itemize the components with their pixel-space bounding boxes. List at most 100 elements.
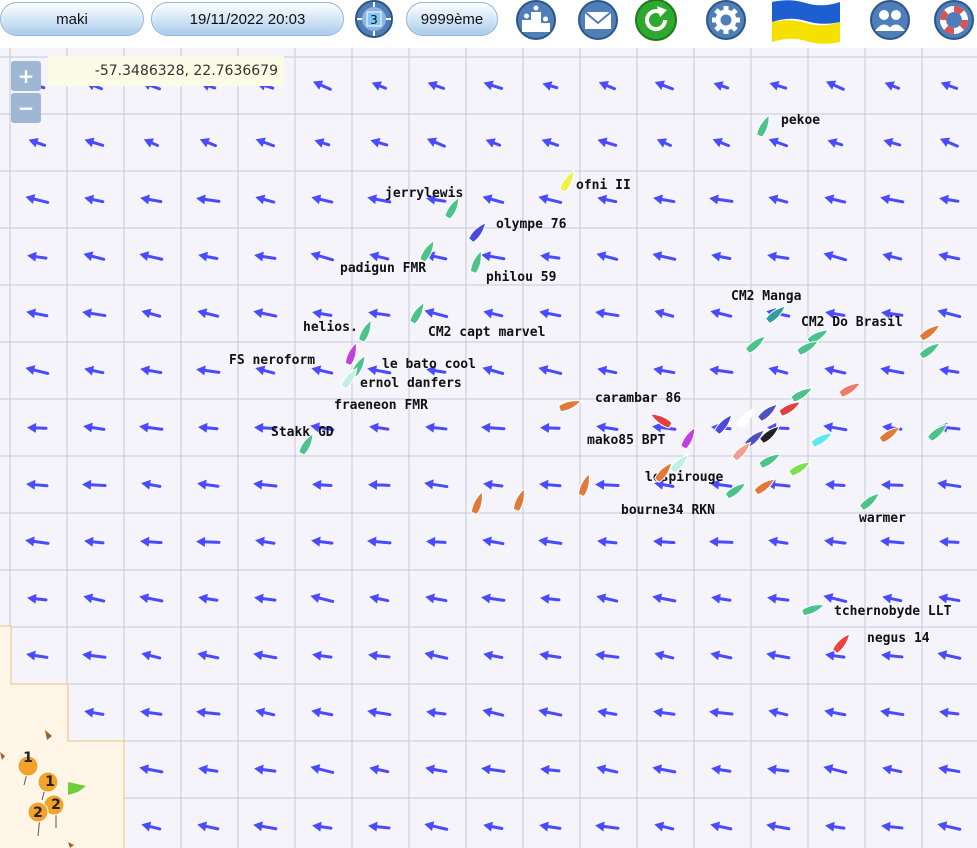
refresh-icon[interactable] — [634, 0, 678, 44]
boat-label: warmer — [859, 511, 906, 526]
wind-arrow — [141, 308, 162, 319]
wind-arrow — [653, 194, 676, 205]
wind-arrow — [939, 365, 960, 376]
wind-arrow — [253, 479, 278, 490]
wind-arrow — [481, 251, 506, 262]
wind-arrow — [713, 81, 730, 91]
notifications-icon[interactable]: 3 — [352, 0, 396, 44]
wind-arrow — [424, 308, 449, 319]
wind-arrow — [26, 308, 49, 319]
wind-arrow — [369, 422, 390, 433]
wind-arrow — [83, 251, 106, 262]
rank-display[interactable]: 9999ème — [406, 2, 498, 36]
wind-arrow — [369, 593, 390, 604]
wind-arrow — [654, 80, 674, 91]
wind-arrow — [198, 593, 219, 604]
wind-arrow — [28, 137, 47, 148]
wind-arrow — [83, 593, 106, 604]
wind-arrow — [938, 251, 961, 262]
wind-arrow — [597, 194, 618, 205]
wind-arrow — [595, 308, 620, 319]
ukraine-flag-icon[interactable] — [770, 0, 842, 44]
wind-arrow — [823, 422, 848, 433]
boat-icon — [469, 249, 482, 274]
wind-arrow — [367, 707, 392, 718]
wind-arrow — [541, 137, 560, 148]
ranking-podium-icon[interactable] — [514, 0, 558, 44]
wind-arrow — [198, 422, 219, 433]
wind-arrow — [425, 764, 448, 775]
mail-icon[interactable] — [576, 0, 620, 44]
wind-arrow — [939, 194, 960, 205]
wind-arrow — [597, 365, 618, 376]
wind-arrow — [882, 251, 903, 262]
boat-label: FS neroform — [229, 353, 315, 368]
wind-arrow — [198, 251, 219, 262]
wind-arrow — [311, 536, 334, 547]
wind-arrow — [937, 650, 962, 660]
waypoint-label: 1 — [23, 750, 33, 766]
boat-icon — [468, 221, 487, 243]
wind-arrow — [310, 593, 335, 603]
wind-arrow — [709, 365, 734, 376]
wind-arrow — [368, 650, 391, 661]
boat-icon — [790, 387, 814, 403]
boat-label: CM2 capt marvel — [428, 325, 545, 340]
zoom-in-button[interactable]: + — [11, 61, 41, 91]
friends-icon[interactable] — [868, 0, 912, 44]
boat-label: ofni II — [576, 178, 631, 193]
wind-arrow — [197, 479, 220, 490]
boat-label: philou 59 — [486, 270, 556, 285]
wind-arrow — [368, 821, 391, 832]
wind-arrow — [880, 707, 905, 718]
boat-icon — [512, 487, 525, 512]
help-lifebuoy-icon[interactable] — [932, 0, 976, 44]
boat-icon — [419, 239, 435, 263]
wind-arrow — [84, 365, 105, 376]
wind-arrow — [709, 707, 734, 718]
boat-icon — [810, 432, 834, 448]
wind-arrow — [766, 650, 791, 661]
wind-arrow — [254, 251, 277, 262]
wind-arrow — [880, 365, 905, 376]
wind-arrow — [310, 764, 335, 774]
boat-label: padigun FMR — [340, 261, 426, 276]
wind-arrow — [197, 821, 220, 832]
wind-arrow — [482, 194, 505, 204]
wind-arrow — [481, 764, 506, 775]
wind-arrow — [652, 251, 677, 261]
wind-arrow — [255, 707, 276, 718]
boat-icon — [788, 461, 812, 477]
wind-arrow — [483, 80, 504, 91]
wind-arrow — [595, 650, 620, 661]
wind-arrow — [83, 422, 106, 433]
wind-arrow — [483, 650, 504, 661]
wind-arrow — [255, 194, 276, 205]
datetime-display[interactable]: 19/11/2022 20:03 — [151, 2, 344, 36]
settings-gear-icon[interactable] — [704, 0, 748, 44]
zoom-out-button[interactable]: − — [11, 93, 41, 123]
wind-arrow — [255, 137, 276, 148]
wind-arrow — [769, 80, 788, 91]
wind-arrow — [538, 365, 563, 375]
boat-label: carambar 86 — [595, 391, 681, 406]
boat-icon — [470, 490, 483, 515]
wind-arrow — [653, 536, 676, 547]
wind-arrow — [881, 479, 904, 490]
wind-arrow — [711, 764, 732, 775]
boat-icon — [756, 114, 770, 138]
wind-arrow — [710, 650, 733, 661]
wind-arrow — [143, 138, 159, 148]
wind-arrow — [768, 194, 789, 205]
wind-arrow — [939, 536, 960, 547]
wind-arrow — [371, 81, 388, 91]
wind-arrow — [139, 593, 164, 604]
wind-arrow — [654, 650, 675, 661]
boat-icon — [358, 319, 372, 343]
wind-arrow — [26, 650, 49, 661]
wind-arrow — [598, 81, 616, 91]
sailing-map[interactable]: pekoe ofni II jerrylewis olympe 76 padigun F… — [0, 48, 977, 848]
username-button[interactable]: maki — [0, 2, 144, 36]
wind-arrow — [425, 422, 448, 433]
wind-arrow — [424, 479, 449, 490]
